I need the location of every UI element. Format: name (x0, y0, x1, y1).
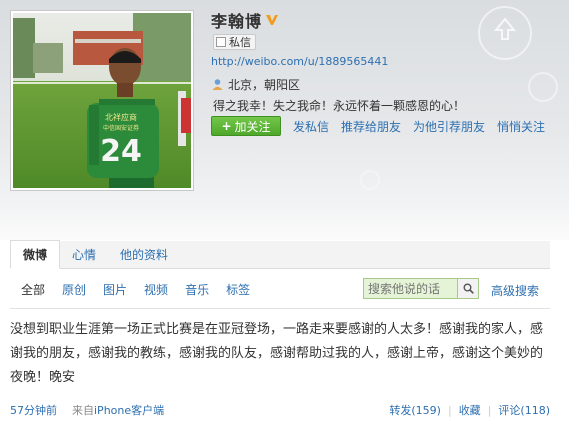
profile-name-row: 李翰博 (211, 8, 279, 32)
location-text: 北京，朝阳区 (228, 78, 301, 92)
profile-tabs: 微博 心情 他的资料 (10, 240, 550, 269)
favorite-link[interactable]: 收藏 (459, 402, 481, 418)
profile-url-link[interactable]: http://weibo.com/u/1889565441 (211, 55, 388, 68)
divider (10, 308, 550, 309)
decorative-ring (360, 170, 380, 190)
follow-button[interactable]: + 加关注 (211, 116, 281, 136)
verified-icon (266, 15, 279, 25)
tab-weibo[interactable]: 微博 (10, 240, 61, 269)
source-client-link[interactable]: iPhone客户端 (94, 404, 164, 417)
message-icon (216, 37, 226, 47)
jersey-number: 24 (100, 134, 142, 169)
separator: | (487, 403, 492, 417)
post-meta: 57分钟前 来自iPhone客户端 转发(159) | 收藏 | 评论(118) (10, 402, 550, 420)
search-box (363, 278, 479, 299)
profile-actions: + 加关注 发私信 推荐给朋友 为他引荐朋友 悄悄关注 (211, 116, 545, 136)
filter-tags[interactable]: 标签 (226, 281, 250, 298)
arrow-up-icon (493, 17, 517, 40)
decorative-ring (528, 72, 558, 102)
repost-link[interactable]: 转发(159) (389, 402, 441, 418)
private-message-label: 私信 (229, 36, 251, 49)
post-text: 没想到职业生涯第一场正式比赛是在亚冠登场，一路走来要感谢的人太多！感谢我的家人，… (10, 322, 544, 385)
search-input[interactable] (363, 278, 457, 299)
tab-mood[interactable]: 心情 (60, 240, 108, 268)
filter-bar: 全部 原创 图片 视频 音乐 标签 高级搜索 (10, 277, 550, 301)
profile-bio: 得之我幸！失之我命！永远怀着一颗感恩的心！ (213, 99, 466, 113)
location-row: 北京，朝阳区 (211, 76, 300, 93)
quiet-follow-link[interactable]: 悄悄关注 (497, 118, 545, 135)
separator: | (447, 403, 452, 417)
comment-link[interactable]: 评论(118) (498, 402, 550, 418)
post-time-link[interactable]: 57分钟前 (10, 402, 57, 418)
filter-all[interactable]: 全部 (21, 281, 45, 298)
search-button[interactable] (457, 278, 479, 299)
follow-label: 加关注 (234, 119, 271, 134)
filter-images[interactable]: 图片 (103, 281, 127, 298)
location-person-icon (212, 79, 223, 90)
filter-video[interactable]: 视频 (144, 281, 168, 298)
profile-name[interactable]: 李翰博 (211, 8, 262, 32)
plus-icon: + (221, 119, 232, 133)
tab-profile-info[interactable]: 他的资料 (108, 240, 180, 268)
jersey-sponsor-sub: 中信国安证券 (103, 124, 139, 132)
avatar-photo: 北祥应商 中信国安证券 24 (13, 13, 191, 188)
profile-avatar[interactable]: 北祥应商 中信国安证券 24 (10, 10, 194, 191)
introduce-friends-link[interactable]: 为他引荐朋友 (413, 118, 485, 135)
jersey-sponsor: 北祥应商 (105, 112, 137, 122)
source-prefix: 来自 (72, 404, 94, 417)
post-source: 来自iPhone客户端 (72, 402, 164, 418)
private-message-button[interactable]: 私信 (213, 34, 256, 50)
search-icon (463, 283, 474, 294)
filter-music[interactable]: 音乐 (185, 281, 209, 298)
advanced-search-link[interactable]: 高级搜索 (491, 282, 539, 299)
filter-original[interactable]: 原创 (62, 281, 86, 298)
send-message-link[interactable]: 发私信 (293, 118, 329, 135)
recommend-link[interactable]: 推荐给朋友 (341, 118, 401, 135)
post-stats: 转发(159) | 收藏 | 评论(118) (389, 402, 550, 418)
